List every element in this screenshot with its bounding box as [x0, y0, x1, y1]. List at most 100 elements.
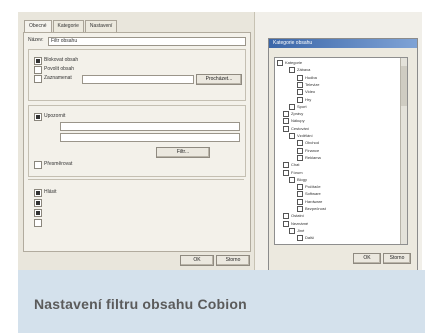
name-label: Název:: [28, 37, 44, 43]
tree-node[interactable]: Zprávy: [283, 111, 303, 118]
screenshot-area: Obecné Kategorie Nastavení Název: Filtr …: [18, 12, 422, 270]
tree-node-checkbox[interactable]: [297, 198, 303, 205]
option-checkbox-1[interactable]: [34, 57, 42, 65]
tree-node-label: Hry: [305, 96, 312, 102]
tree-node-label: Hudba: [305, 74, 317, 80]
tree-node-checkbox[interactable]: [283, 125, 289, 132]
cancel-button[interactable]: Storno: [216, 255, 250, 266]
path-field[interactable]: [82, 75, 194, 84]
option-label-4: Upozornit: [44, 113, 66, 119]
tree-node-label: Kategorie: [285, 60, 303, 66]
option-checkbox-3[interactable]: [34, 75, 42, 83]
categories-title: Kategorie obsahu: [273, 40, 313, 46]
tree-node[interactable]: Hardware: [297, 198, 323, 205]
tree-node-checkbox[interactable]: [297, 147, 303, 154]
tree-node[interactable]: Finance: [297, 147, 320, 154]
tree-node-checkbox[interactable]: [289, 67, 295, 74]
tree-node-checkbox[interactable]: [283, 111, 289, 118]
tree-node[interactable]: Hudba: [297, 74, 317, 81]
option-checkbox-2[interactable]: [34, 66, 42, 74]
tree-node-checkbox[interactable]: [289, 176, 295, 183]
tree-node-checkbox[interactable]: [289, 227, 295, 234]
tree-node[interactable]: Neznámé: [283, 220, 308, 227]
tree-node-label: Fórum: [291, 169, 303, 175]
tree-node[interactable]: Kategorie: [277, 60, 302, 66]
tree-node[interactable]: Obchod: [297, 140, 319, 147]
filter-field[interactable]: [60, 122, 240, 131]
option-checkbox-4[interactable]: [34, 113, 42, 121]
tree-node[interactable]: Ostatní: [283, 213, 304, 220]
settings-panel: Název: Filtr obsahu Blokovat obsah Povol…: [23, 32, 251, 252]
tree-node-label: Finance: [305, 147, 320, 153]
tree-node-label: Blogy: [297, 176, 308, 182]
ok-button[interactable]: OK: [180, 255, 214, 266]
tree-node-checkbox[interactable]: [297, 89, 303, 96]
tree-node-label: Hardware: [305, 198, 323, 204]
tree-node[interactable]: Zábava: [289, 67, 311, 74]
tree-node-checkbox[interactable]: [289, 133, 295, 139]
page-frame: Obecné Kategorie Nastavení Název: Filtr …: [0, 0, 425, 333]
filter-select[interactable]: [60, 133, 240, 142]
caption-text: Nastavení filtru obsahu Cobion: [34, 296, 247, 312]
browse-button[interactable]: Procházet...: [196, 74, 242, 85]
tree-node-checkbox[interactable]: [283, 220, 289, 227]
tree-node[interactable]: Nákupy: [283, 118, 305, 125]
tree-node[interactable]: Hry: [297, 96, 312, 103]
tree-scrollbar[interactable]: [400, 58, 407, 244]
tree-node[interactable]: Jiné: [289, 227, 304, 234]
tree-node[interactable]: Počítače: [297, 184, 321, 191]
option-label-5: Přesměrovat: [44, 161, 73, 167]
tree-node[interactable]: Software: [297, 191, 321, 198]
option-checkbox-8[interactable]: [34, 209, 42, 217]
tree-node[interactable]: Blogy: [289, 176, 308, 183]
categories-cancel-button[interactable]: Storno: [383, 253, 411, 264]
option-checkbox-6[interactable]: [34, 189, 42, 197]
tree-node[interactable]: Vzdělání: [289, 133, 313, 139]
tree-node-checkbox[interactable]: [297, 235, 303, 242]
tree-node[interactable]: Další: [297, 235, 314, 242]
tree-node-checkbox[interactable]: [283, 213, 289, 220]
caption-bar: Nastavení filtru obsahu Cobion: [18, 270, 425, 333]
tree-node-label: Vzdělání: [297, 133, 313, 139]
option-checkbox-5[interactable]: [34, 161, 42, 169]
tree-node-checkbox[interactable]: [297, 184, 303, 191]
tab-settings[interactable]: Nastavení: [84, 20, 118, 32]
option-checkbox-7[interactable]: [34, 199, 42, 207]
name-field[interactable]: Filtr obsahu: [48, 37, 246, 46]
tree-node-checkbox[interactable]: [297, 74, 303, 81]
tree-node-checkbox[interactable]: [277, 60, 283, 66]
tree-node[interactable]: Bezpečnost: [297, 206, 326, 212]
tree-node-checkbox[interactable]: [297, 81, 303, 88]
tree-node-checkbox[interactable]: [283, 169, 289, 176]
tree-node-label: Zábava: [297, 67, 311, 73]
tree-node-checkbox[interactable]: [283, 118, 289, 125]
tree-node[interactable]: Reklama: [297, 154, 321, 161]
tree-node-checkbox[interactable]: [297, 206, 303, 212]
categories-ok-button[interactable]: OK: [353, 253, 381, 264]
option-label-2: Povolit obsah: [44, 66, 75, 72]
tree-scroll-thumb[interactable]: [401, 66, 407, 106]
tree-node[interactable]: Televize: [297, 81, 319, 88]
filter-button[interactable]: Filtr...: [156, 147, 210, 158]
tree-node-checkbox[interactable]: [289, 103, 295, 110]
tree-node[interactable]: Fórum: [283, 169, 303, 176]
tab-categories[interactable]: Kategorie: [52, 20, 84, 32]
tree-node[interactable]: Chat: [283, 162, 300, 169]
filter-settings-dialog: Obecné Kategorie Nastavení Název: Filtr …: [18, 12, 255, 270]
option-checkbox-9[interactable]: [34, 219, 42, 227]
tree-node-checkbox[interactable]: [297, 154, 303, 161]
tree-node[interactable]: Video: [297, 89, 315, 96]
tree-node[interactable]: Cestování: [283, 125, 309, 132]
option-label-6: Hlásit: [44, 189, 57, 195]
tree-node-checkbox[interactable]: [283, 162, 289, 169]
tree-node-label: Software: [305, 191, 321, 197]
tree-node-checkbox[interactable]: [297, 191, 303, 198]
category-tree[interactable]: Kategorie Zábava Hudba Televize Video Hry Spor…: [274, 57, 408, 245]
tree-node-label: Chat: [291, 162, 300, 168]
tree-node-checkbox[interactable]: [297, 140, 303, 147]
tree-node-label: Nákupy: [291, 118, 305, 124]
option-label-1: Blokovat obsah: [44, 57, 79, 63]
tree-node-checkbox[interactable]: [297, 96, 303, 103]
tree-node-label: Reklama: [305, 154, 321, 160]
tree-node[interactable]: Sport: [289, 103, 307, 110]
